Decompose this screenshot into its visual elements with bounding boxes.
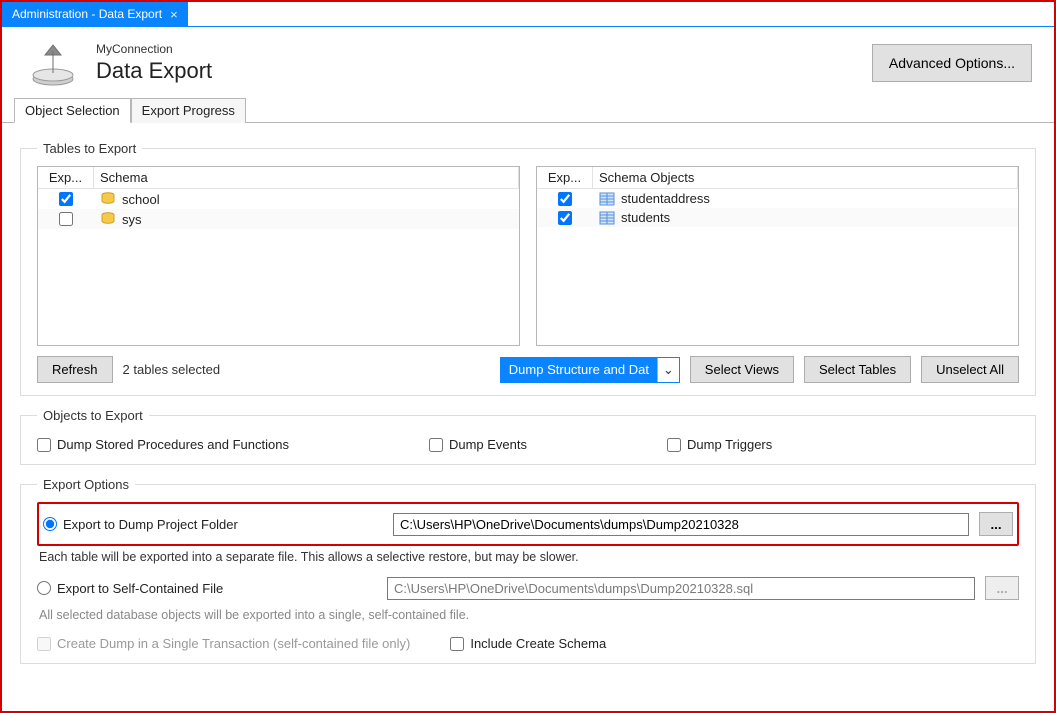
file-path-input — [387, 577, 975, 600]
database-icon — [100, 191, 116, 207]
dump-triggers-label[interactable]: Dump Triggers — [667, 437, 772, 452]
window: Administration - Data Export × MyConnect… — [0, 0, 1056, 713]
tables-to-export-legend: Tables to Export — [37, 141, 142, 156]
export-options-group: Export Options Export to Dump Project Fo… — [20, 477, 1036, 664]
select-views-button[interactable]: Select Views — [690, 356, 794, 383]
dump-type-select[interactable]: Dump Structure and Dat ⌄ — [500, 357, 680, 383]
export-folder-radio[interactable] — [43, 517, 57, 531]
export-icon — [22, 37, 84, 89]
refresh-button[interactable]: Refresh — [37, 356, 113, 383]
schema-col-export[interactable]: Exp... — [38, 167, 94, 188]
include-schema-checkbox[interactable] — [450, 637, 464, 651]
main-tabs: Object Selection Export Progress — [2, 97, 1054, 123]
connection-name: MyConnection — [96, 42, 212, 56]
unselect-all-button[interactable]: Unselect All — [921, 356, 1019, 383]
browse-folder-button[interactable]: ... — [979, 512, 1013, 536]
dump-type-value: Dump Structure and Dat — [501, 362, 657, 377]
schema-row[interactable]: sys — [38, 209, 519, 229]
schema-name: school — [122, 192, 160, 207]
object-checkbox-students[interactable] — [558, 211, 572, 225]
close-icon[interactable]: × — [170, 7, 178, 22]
export-file-radio[interactable] — [37, 581, 51, 595]
dump-events-checkbox[interactable] — [429, 438, 443, 452]
single-transaction-label: Create Dump in a Single Transaction (sel… — [37, 636, 410, 651]
object-name: studentaddress — [621, 191, 710, 206]
schema-col-schema[interactable]: Schema — [94, 167, 519, 188]
file-hint: All selected database objects will be ex… — [37, 604, 1019, 630]
app-tab-label: Administration - Data Export — [12, 7, 162, 21]
single-transaction-checkbox — [37, 637, 51, 651]
highlighted-option: Export to Dump Project Folder ... — [37, 502, 1019, 546]
export-file-text: Export to Self-Contained File — [57, 581, 223, 596]
object-name: students — [621, 210, 670, 225]
table-icon — [599, 192, 615, 206]
schema-checkbox-sys[interactable] — [59, 212, 73, 226]
include-schema-label[interactable]: Include Create Schema — [450, 636, 606, 651]
export-folder-text: Export to Dump Project Folder — [63, 517, 238, 532]
folder-hint: Each table will be exported into a separ… — [37, 546, 1019, 572]
schema-list[interactable]: Exp... Schema school — [37, 166, 520, 346]
schema-row[interactable]: school — [38, 189, 519, 209]
dump-sp-label[interactable]: Dump Stored Procedures and Functions — [37, 437, 289, 452]
dump-triggers-text: Dump Triggers — [687, 437, 772, 452]
chevron-down-icon: ⌄ — [657, 358, 679, 382]
folder-path-input[interactable] — [393, 513, 969, 536]
objects-to-export-group: Objects to Export Dump Stored Procedures… — [20, 408, 1036, 465]
header-text: MyConnection Data Export — [96, 42, 212, 84]
object-list[interactable]: Exp... Schema Objects studentaddress — [536, 166, 1019, 346]
object-checkbox-studentaddress[interactable] — [558, 192, 572, 206]
export-file-label[interactable]: Export to Self-Contained File — [37, 581, 377, 596]
include-schema-text: Include Create Schema — [470, 636, 606, 651]
tables-selected-status: 2 tables selected — [123, 362, 221, 377]
tab-export-progress[interactable]: Export Progress — [131, 98, 246, 123]
object-row[interactable]: studentaddress — [537, 189, 1018, 208]
advanced-options-button[interactable]: Advanced Options... — [872, 44, 1032, 82]
tables-to-export-group: Tables to Export Exp... Schema school — [20, 141, 1036, 396]
dump-events-text: Dump Events — [449, 437, 527, 452]
object-col-objects[interactable]: Schema Objects — [593, 167, 1018, 188]
select-tables-button[interactable]: Select Tables — [804, 356, 911, 383]
dump-sp-text: Dump Stored Procedures and Functions — [57, 437, 289, 452]
single-transaction-text: Create Dump in a Single Transaction (sel… — [57, 636, 410, 651]
browse-file-button: ... — [985, 576, 1019, 600]
app-tab-data-export[interactable]: Administration - Data Export × — [2, 2, 188, 26]
table-icon — [599, 211, 615, 225]
page-title: Data Export — [96, 58, 212, 84]
export-folder-label[interactable]: Export to Dump Project Folder — [43, 517, 383, 532]
dump-triggers-checkbox[interactable] — [667, 438, 681, 452]
export-options-legend: Export Options — [37, 477, 135, 492]
dump-sp-checkbox[interactable] — [37, 438, 51, 452]
tab-object-selection[interactable]: Object Selection — [14, 98, 131, 123]
app-tabbar: Administration - Data Export × — [2, 2, 1054, 26]
schema-checkbox-school[interactable] — [59, 192, 73, 206]
object-row[interactable]: students — [537, 208, 1018, 227]
schema-name: sys — [122, 212, 142, 227]
header: MyConnection Data Export Advanced Option… — [2, 27, 1054, 97]
objects-to-export-legend: Objects to Export — [37, 408, 149, 423]
dump-events-label[interactable]: Dump Events — [429, 437, 527, 452]
database-icon — [100, 211, 116, 227]
object-col-export[interactable]: Exp... — [537, 167, 593, 188]
